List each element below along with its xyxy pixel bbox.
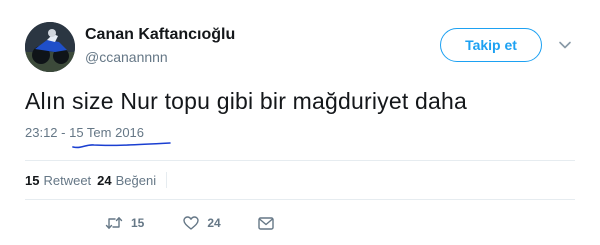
retweet-stat[interactable]: 15 Retweet bbox=[25, 173, 91, 188]
envelope-icon bbox=[258, 216, 274, 230]
divider bbox=[25, 160, 575, 161]
tweet-text: Alın size Nur topu gibi bir mağduriyet d… bbox=[25, 88, 467, 114]
tweet-stats: 15 Retweet 24 Beğeni bbox=[25, 172, 177, 188]
retweet-count: 15 bbox=[131, 216, 145, 230]
retweet-icon bbox=[105, 217, 123, 229]
direct-message-button[interactable] bbox=[258, 216, 274, 230]
like-count: 24 bbox=[207, 216, 221, 230]
like-button[interactable]: 24 bbox=[183, 216, 221, 230]
more-options-chevron-down-icon[interactable] bbox=[558, 38, 572, 52]
avatar-image bbox=[25, 22, 75, 72]
follow-button[interactable]: Takip et bbox=[440, 28, 542, 62]
like-stat-label: Beğeni bbox=[115, 172, 157, 188]
stat-separator bbox=[166, 172, 168, 188]
like-stat[interactable]: 24 Beğeni bbox=[97, 173, 156, 188]
retweet-stat-label: Retweet bbox=[43, 172, 92, 188]
heart-icon bbox=[183, 216, 200, 230]
divider bbox=[25, 199, 575, 200]
retweet-stat-count: 15 bbox=[25, 172, 40, 188]
tweet-card: Canan Kaftancıoğlu @ccanannnn Takip et A… bbox=[0, 0, 600, 245]
tweet-actions: 15 24 bbox=[105, 216, 274, 230]
user-handle[interactable]: @ccanannnn bbox=[85, 49, 168, 65]
like-stat-count: 24 bbox=[97, 172, 112, 188]
user-display-name[interactable]: Canan Kaftancıoğlu bbox=[85, 26, 235, 44]
avatar[interactable] bbox=[25, 22, 75, 72]
handwritten-underline-mark bbox=[72, 142, 171, 149]
retweet-button[interactable]: 15 bbox=[105, 216, 144, 230]
